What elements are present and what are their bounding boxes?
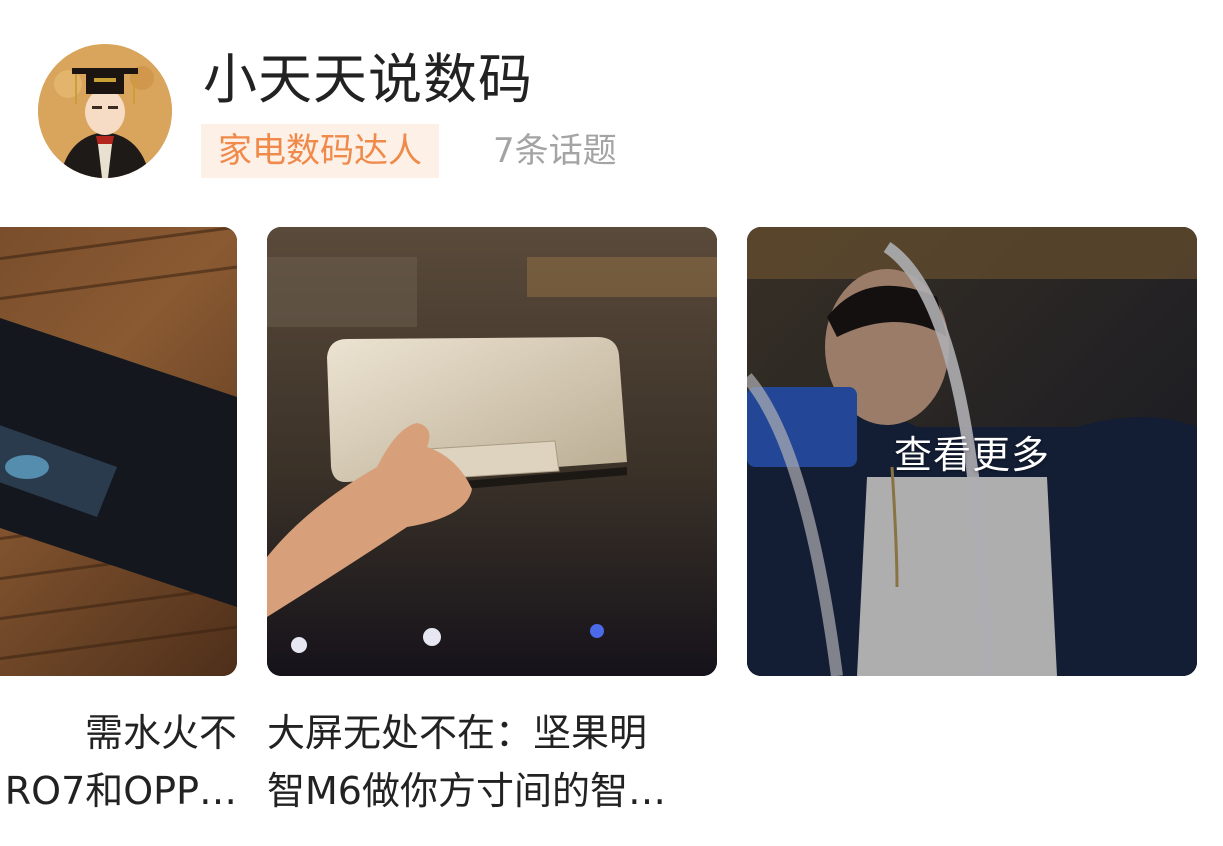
topic-card-2-title[interactable]: 大屏无处不在：坚果明 智M6做你方寸间的智… [267, 704, 717, 820]
author-badge: 家电数码达人 [201, 124, 439, 178]
author-topic-module: 小天天说数码 家电数码达人 7条话题 查看更多 需水火不 RO7和OPP… 大屏… [0, 0, 1223, 846]
view-more-label: 查看更多 [893, 433, 1050, 477]
topic-card-1-image[interactable] [0, 227, 237, 676]
topic-card-1-title-line1: 需水火不 [84, 711, 237, 755]
topic-card-1-title-line2: RO7和OPP… [4, 769, 237, 813]
topic-count: 7条话题 [493, 131, 617, 171]
view-more-card[interactable]: 查看更多 [747, 227, 1197, 676]
topic-card-2-title-line1: 大屏无处不在：坚果明 [267, 711, 648, 755]
topic-card-1-title[interactable]: 需水火不 RO7和OPP… [0, 704, 237, 820]
author-name[interactable]: 小天天说数码 [203, 44, 533, 116]
topic-card-2-image[interactable] [267, 227, 717, 676]
topic-card-2-title-line2: 智M6做你方寸间的智… [267, 769, 666, 813]
author-avatar[interactable] [38, 44, 172, 178]
